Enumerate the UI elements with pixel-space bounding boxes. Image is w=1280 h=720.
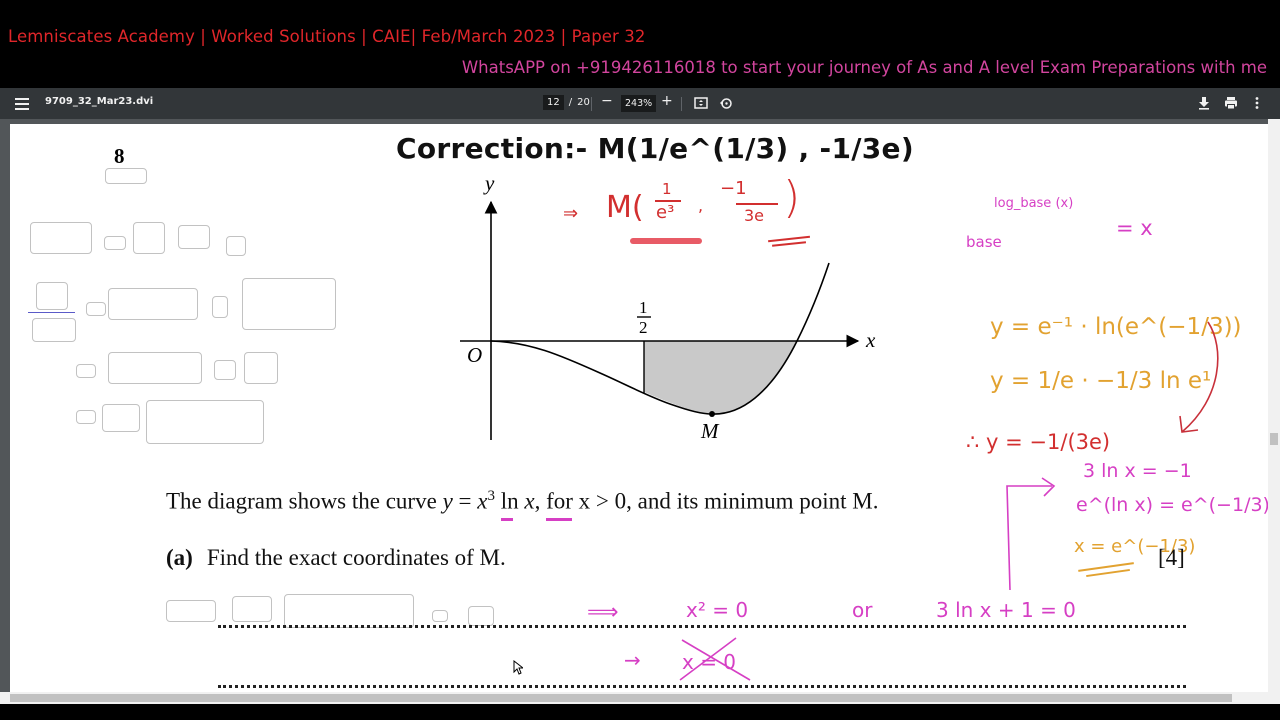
hw-highlight-underline [630,238,702,244]
print-icon[interactable] [1224,95,1238,114]
total-pages: 20 [577,97,590,108]
pdf-toolbar: 9709_32_Mar23.dvi 12 / 20 − 243% + [0,88,1280,119]
hw-arrow: ⇒ [563,203,579,224]
page-separator: / [568,97,573,108]
hw-close-paren: ) [783,172,801,223]
answer-line [218,625,1186,628]
channel-banner-title: Lemniscates Academy | Worked Solutions |… [8,27,646,46]
page-indicator: 12 / 20 [543,95,590,110]
hw-curved-arrow [1179,321,1219,433]
download-icon[interactable] [1198,95,1210,114]
x-axis-label: x [865,328,876,352]
hw-eq-x2: x² = 0 [686,598,749,622]
hw-y-fraction-bar [736,203,778,205]
current-page-input[interactable]: 12 [543,95,564,110]
hw-y-numerator: −1 [720,178,747,199]
zoom-in-button[interactable]: + [661,93,673,109]
hw-log-base: base [966,233,1002,251]
question-stem: The diagram shows the curve y = x3 ln x,… [166,488,879,514]
hw-x-numerator: 1 [662,180,672,198]
question-number: 8 [114,144,125,168]
hw-underline-x3 [501,518,513,521]
hw-x-denominator: e³ [656,202,675,223]
half-numerator: 1 [639,298,648,317]
hw-x-step-2: e^(ln x) = e^(−1/3) [1076,494,1270,516]
hw-implies-arrow: ⟹ [587,600,619,625]
hw-log-exponent: log_base (x) [994,196,1074,211]
garbled-fraction-bar [28,312,75,313]
horizontal-scrollbar[interactable] [0,692,1280,704]
zoom-out-button[interactable]: − [601,93,613,109]
part-a-label: (a) [166,545,193,570]
hw-comma: , [698,196,704,215]
hw-underline-ln [546,518,572,521]
hw-y-result: ∴ y = −1/(3e) [966,430,1111,454]
zoom-level-input[interactable]: 243% [621,95,657,112]
hw-or: or [852,598,873,622]
origin-label: O [467,343,482,367]
fit-to-page-icon[interactable] [694,95,708,114]
answer-line [218,685,1186,688]
y-axis-label: y [483,171,495,195]
hw-cross-out [679,637,751,681]
hw-m-open: M( [606,190,644,225]
horizontal-scroll-thumb[interactable] [10,694,1232,702]
hw-log-rhs: = x [1116,216,1153,240]
file-name: 9709_32_Mar23.dvi [45,96,154,107]
hamburger-menu-icon[interactable] [15,96,29,110]
part-a: (a) Find the exact coordinates of M. [166,545,506,571]
rotate-icon[interactable] [719,95,733,114]
correction-note: Correction:- M(1/e^(1/3) , -1/3e) [396,132,914,165]
mouse-cursor-icon [513,660,523,675]
hw-y-denominator: 3e [744,206,765,225]
toolbar-divider [591,97,592,111]
vertical-scrollbar[interactable] [1268,119,1280,692]
part-a-text: Find the exact coordinates of M. [206,545,506,570]
channel-banner-contact: WhatsAPP on +919426116018 to start your … [461,58,1267,77]
more-vertical-icon[interactable] [1254,95,1260,114]
part-a-marks: [4] [1158,545,1185,570]
half-denominator: 2 [639,318,648,337]
hw-arrow-2: → [624,648,641,672]
min-point-label: M [700,419,720,443]
toolbar-divider [681,97,682,111]
min-point-m [709,411,715,417]
hw-eq-lnx: 3 ln x + 1 = 0 [936,598,1076,622]
hw-bracket-arrow [1006,477,1056,591]
vertical-scroll-thumb[interactable] [1270,433,1278,445]
hw-x-step-1: 3 ln x = −1 [1083,460,1192,482]
